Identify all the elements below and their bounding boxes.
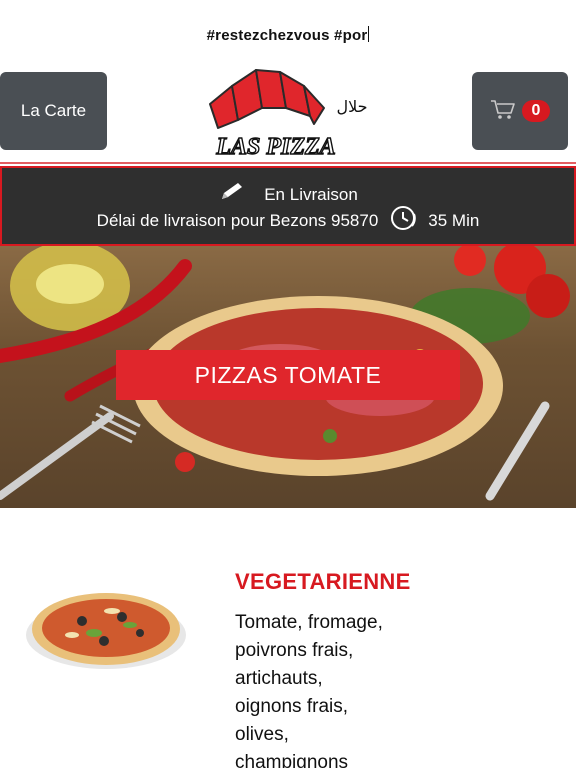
product-description: Tomate, fromage, poivrons frais, articha…: [235, 609, 495, 768]
description-line: poivrons frais,: [235, 640, 354, 661]
description-line: olives,: [235, 724, 289, 745]
la-carte-button[interactable]: La Carte: [0, 72, 107, 150]
ticker-text: #restezchezvous #por: [206, 27, 368, 44]
delivery-banner[interactable]: En Livraison Délai de livraison pour Bez…: [0, 166, 576, 246]
cart-icon: [490, 98, 516, 125]
delivery-time: 35 Min: [428, 210, 480, 230]
description-line: artichauts,: [235, 668, 323, 689]
delivery-mode: En Livraison: [264, 184, 358, 204]
description-line: champignons: [235, 752, 349, 768]
header-divider: [0, 162, 576, 164]
las-pizza-logo[interactable]: LAS PIZZA حلال: [204, 64, 374, 164]
vegetarienne-pizza-image[interactable]: [22, 583, 190, 673]
halal-text: حلال: [336, 97, 367, 116]
logo-text: LAS PIZZA: [215, 134, 335, 160]
description-line: oignons frais,: [235, 696, 349, 717]
text-caret: [368, 26, 370, 42]
delivery-delay-label: Délai de livraison pour Bezons 95870: [96, 210, 379, 230]
clock-icon: [384, 204, 422, 237]
logo-graphic: LAS PIZZA حلال: [209, 69, 368, 161]
description-line: Tomate, fromage,: [235, 612, 383, 633]
product-name[interactable]: VEGETARIENNE: [235, 569, 411, 595]
hashtag-ticker: #restezchezvous #por: [0, 26, 576, 44]
category-title: PIZZAS TOMATE: [116, 350, 460, 400]
la-carte-label: La Carte: [20, 101, 87, 120]
cart-button[interactable]: 0: [472, 72, 568, 150]
cart-count-badge: 0: [521, 100, 551, 122]
